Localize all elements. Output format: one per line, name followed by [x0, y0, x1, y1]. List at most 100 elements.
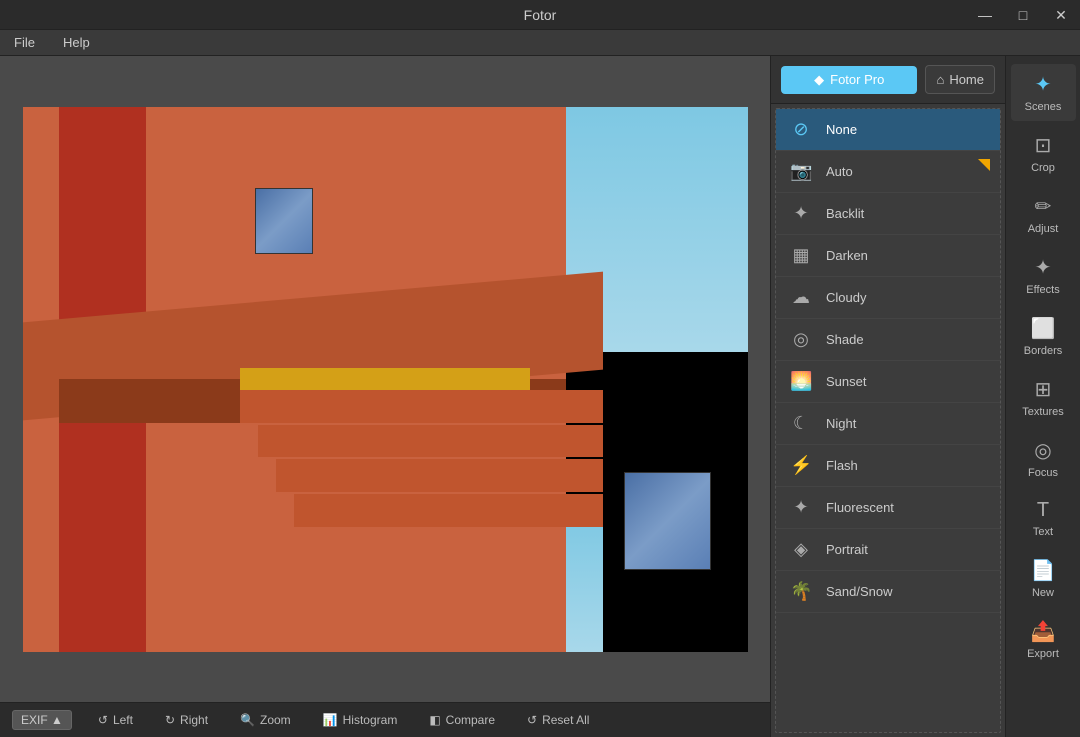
histogram-button[interactable]: 📊 Histogram	[317, 710, 404, 730]
scene-item-cloudy[interactable]: ☁Cloudy	[776, 277, 1000, 319]
tool-label-export: Export	[1027, 648, 1059, 660]
scene-name-portrait: Portrait	[826, 542, 868, 557]
title-bar: Fotor — □ ✕	[0, 0, 1080, 30]
fotor-pro-button[interactable]: ◆ Fotor Pro	[781, 66, 917, 94]
tool-icon-new: 📄	[1031, 558, 1056, 583]
canvas-area: EXIF ▲ ↺ Left ↻ Right 🔍 Zoom 📊 Histogram…	[0, 56, 770, 737]
stair-step-3	[276, 459, 602, 492]
scenes-list: ⊘ None 📷 Auto ✦ Backlit ▦Darken☁Cloudy ◎ Shade 🌅 S…	[775, 108, 1001, 733]
scene-icon-flash: ⚡	[790, 455, 812, 476]
tool-label-new: New	[1032, 587, 1054, 599]
scene-item-flash[interactable]: ⚡Flash	[776, 445, 1000, 487]
scene-name-night: Night	[826, 416, 856, 431]
scene-item-backlit[interactable]: ✦ Backlit	[776, 193, 1000, 235]
scene-item-darken[interactable]: ▦Darken	[776, 235, 1000, 277]
scene-item-fluorescent[interactable]: ✦ Fluorescent	[776, 487, 1000, 529]
right-panel: ◆ Fotor Pro ⌂ Home ⊘ None 📷 Auto ✦ Backlit ▦Da…	[770, 56, 1080, 737]
scene-name-sunset: Sunset	[826, 374, 866, 389]
tool-item-effects[interactable]: ✦Effects	[1011, 247, 1076, 304]
tool-label-crop: Crop	[1031, 162, 1055, 174]
scene-icon-portrait: ◈	[790, 539, 812, 560]
scene-name-auto: Auto	[826, 164, 853, 179]
scene-icon-sandsnow: 🌴	[790, 581, 812, 602]
tool-icon-text: T	[1037, 499, 1049, 522]
scene-name-none: None	[826, 122, 857, 137]
maximize-button[interactable]: □	[1004, 0, 1042, 30]
scene-name-backlit: Backlit	[826, 206, 864, 221]
diamond-icon: ◆	[814, 72, 824, 88]
scenes-panel: ◆ Fotor Pro ⌂ Home ⊘ None 📷 Auto ✦ Backlit ▦Da…	[771, 56, 1005, 737]
app-title: Fotor	[524, 7, 557, 23]
reset-all-button[interactable]: ↺ Reset All	[521, 710, 595, 730]
tool-label-adjust: Adjust	[1028, 223, 1059, 235]
window-bottom-right	[624, 472, 711, 570]
tool-label-focus: Focus	[1028, 467, 1058, 479]
compare-button[interactable]: ◧ Compare	[423, 710, 501, 730]
scene-icon-night: ☾	[790, 413, 812, 434]
tool-icon-scenes: ✦	[1035, 72, 1052, 97]
tool-item-crop[interactable]: ⊡ Crop	[1011, 125, 1076, 182]
stair-step-4	[294, 494, 602, 527]
home-icon: ⌂	[936, 72, 944, 87]
tool-label-text: Text	[1033, 526, 1053, 538]
rotate-left-icon: ↺	[98, 713, 108, 727]
scene-item-none[interactable]: ⊘ None	[776, 109, 1000, 151]
bottom-toolbar: EXIF ▲ ↺ Left ↻ Right 🔍 Zoom 📊 Histogram…	[0, 702, 770, 737]
reset-icon: ↺	[527, 713, 537, 727]
scene-name-sandsnow: Sand/Snow	[826, 584, 893, 599]
stair-step-1	[240, 390, 603, 423]
tools-sidebar: ✦ Scenes ⊡ Crop ✏ Adjust ✦Effects⬜Borders ⊞ Text…	[1005, 56, 1080, 737]
panel-header: ◆ Fotor Pro ⌂ Home	[771, 56, 1005, 104]
tool-item-export[interactable]: 📤Export	[1011, 611, 1076, 668]
tool-icon-focus: ◎	[1034, 438, 1051, 463]
tool-icon-crop: ⊡	[1035, 133, 1052, 158]
scene-icon-darken: ▦	[790, 245, 812, 266]
scene-name-fluorescent: Fluorescent	[826, 500, 894, 515]
file-menu[interactable]: File	[8, 33, 41, 52]
menu-bar: File Help	[0, 30, 1080, 56]
scene-icon-fluorescent: ✦	[790, 497, 812, 518]
rotate-right-icon: ↻	[165, 713, 175, 727]
scene-item-auto[interactable]: 📷 Auto	[776, 151, 1000, 193]
scene-icon-cloudy: ☁	[790, 287, 812, 308]
exif-button[interactable]: EXIF ▲	[12, 710, 72, 730]
tool-item-textures[interactable]: ⊞ Textures	[1011, 369, 1076, 426]
scene-item-sunset[interactable]: 🌅 Sunset	[776, 361, 1000, 403]
tool-item-adjust[interactable]: ✏ Adjust	[1011, 186, 1076, 243]
zoom-button[interactable]: 🔍 Zoom	[234, 710, 297, 730]
tool-icon-textures: ⊞	[1035, 377, 1052, 402]
window-blue	[255, 188, 313, 253]
stair-step-2	[258, 425, 602, 458]
scene-icon-sunset: 🌅	[790, 371, 812, 392]
minimize-button[interactable]: —	[966, 0, 1004, 30]
scene-item-shade[interactable]: ◎ Shade	[776, 319, 1000, 361]
home-button[interactable]: ⌂ Home	[925, 65, 995, 94]
canvas-container	[0, 56, 770, 702]
scene-item-portrait[interactable]: ◈ Portrait	[776, 529, 1000, 571]
tool-item-scenes[interactable]: ✦ Scenes	[1011, 64, 1076, 121]
tool-item-borders[interactable]: ⬜Borders	[1011, 308, 1076, 365]
tool-item-focus[interactable]: ◎ Focus	[1011, 430, 1076, 487]
close-button[interactable]: ✕	[1042, 0, 1080, 30]
scene-icon-auto: 📷	[790, 161, 812, 182]
tool-label-scenes: Scenes	[1025, 101, 1062, 113]
tool-label-borders: Borders	[1024, 345, 1063, 357]
zoom-icon: 🔍	[240, 713, 255, 727]
tool-label-textures: Textures	[1022, 406, 1064, 418]
scene-item-night[interactable]: ☾ Night	[776, 403, 1000, 445]
tool-icon-adjust: ✏	[1035, 194, 1052, 219]
rotate-right-button[interactable]: ↻ Right	[159, 710, 214, 730]
photo-canvas	[23, 107, 748, 652]
tool-item-new[interactable]: 📄 New	[1011, 550, 1076, 607]
main-layout: EXIF ▲ ↺ Left ↻ Right 🔍 Zoom 📊 Histogram…	[0, 56, 1080, 737]
rotate-left-button[interactable]: ↺ Left	[92, 710, 139, 730]
scene-icon-shade: ◎	[790, 329, 812, 350]
scene-icon-none: ⊘	[790, 119, 812, 140]
scene-icon-backlit: ✦	[790, 203, 812, 224]
compare-icon: ◧	[429, 713, 440, 727]
stair-pattern	[240, 390, 603, 554]
help-menu[interactable]: Help	[57, 33, 96, 52]
scene-name-shade: Shade	[826, 332, 864, 347]
tool-item-text[interactable]: T Text	[1011, 491, 1076, 546]
scene-item-sandsnow[interactable]: 🌴 Sand/Snow	[776, 571, 1000, 613]
